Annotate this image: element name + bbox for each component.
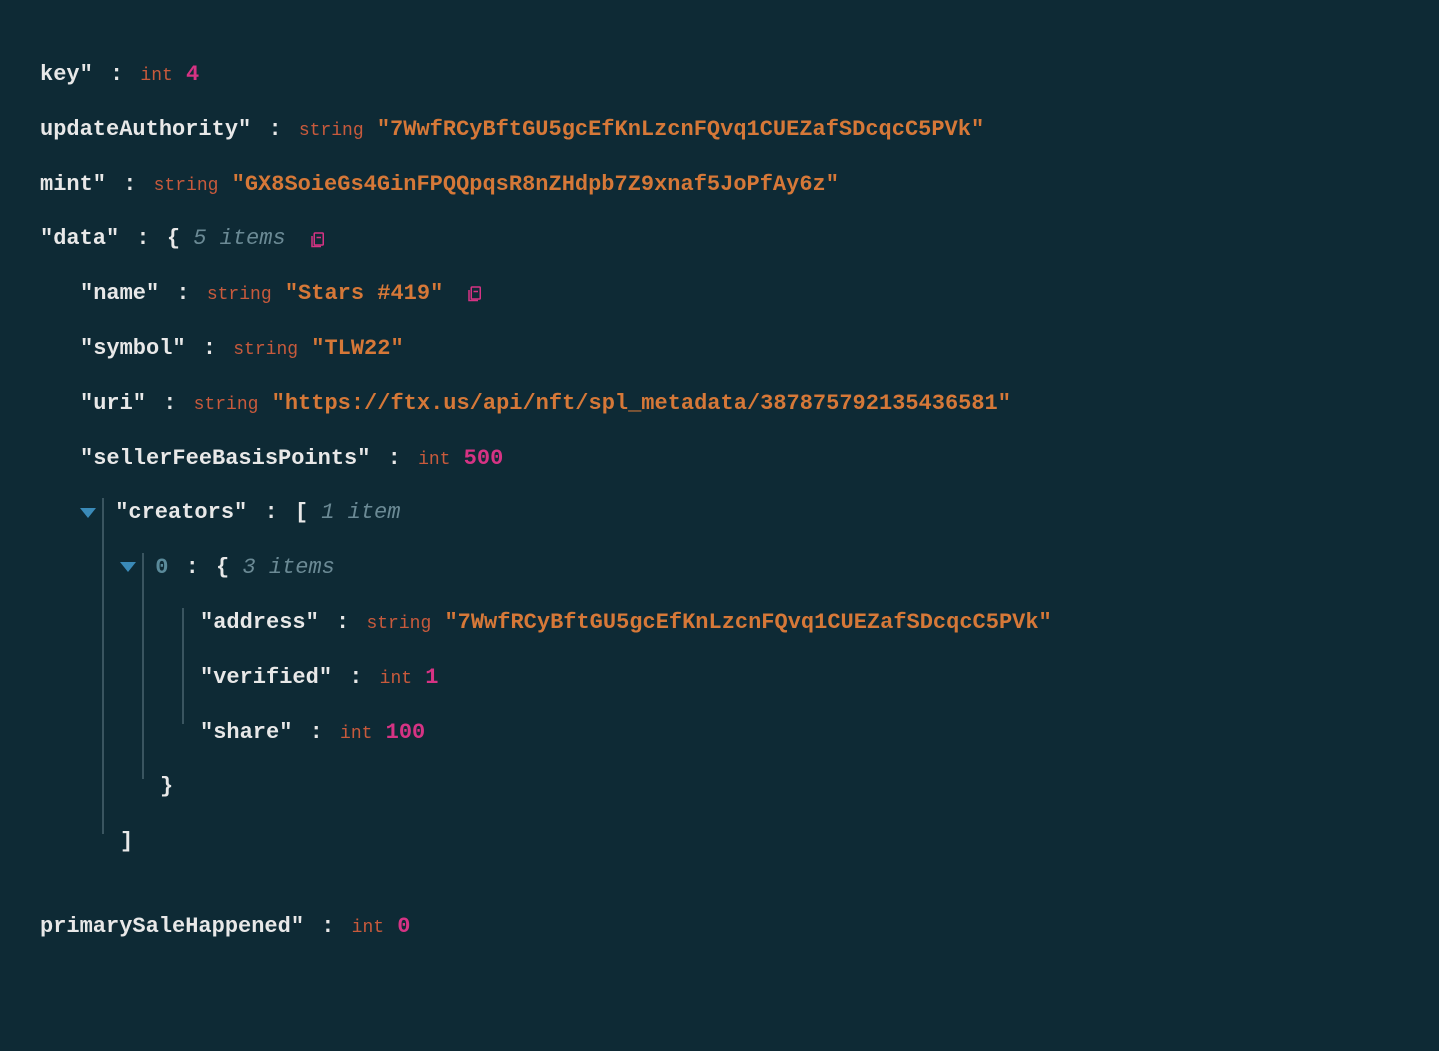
type-label: int — [340, 724, 372, 744]
field-key: mint" — [40, 172, 106, 197]
item-count: 3 items — [242, 555, 334, 580]
json-row-updateAuthority: updateAuthority" : string "7WwfRCyBftGU5… — [40, 115, 1399, 146]
json-row-creators-close: ] — [40, 827, 1399, 858]
type-label: int — [418, 450, 450, 470]
colon: : — [110, 62, 123, 87]
type-label: int — [352, 918, 384, 938]
type-label: string — [299, 121, 364, 141]
json-row-share: "share" : int 100 — [40, 718, 1399, 749]
colon: : — [310, 720, 323, 745]
bracket-close: ] — [120, 829, 133, 854]
int-value: 1 — [425, 665, 438, 690]
type-label: string — [233, 340, 298, 360]
colon: : — [321, 914, 334, 939]
triangle-down-icon[interactable] — [80, 508, 96, 518]
field-key: updateAuthority" — [40, 117, 251, 142]
colon: : — [186, 555, 199, 580]
brace-open: { — [167, 226, 180, 251]
type-label: int — [380, 669, 412, 689]
clipboard-icon[interactable] — [466, 283, 484, 303]
json-row-creators-open[interactable]: "creators" : [ 1 item — [40, 498, 1399, 529]
colon: : — [388, 446, 401, 471]
field-key: key" — [40, 62, 93, 87]
json-row-sellerFeeBasisPoints: "sellerFeeBasisPoints" : int 500 — [40, 444, 1399, 475]
field-key: "uri" — [80, 391, 146, 416]
field-key: "share" — [200, 720, 292, 745]
json-row-symbol: "symbol" : string "TLW22" — [40, 334, 1399, 365]
triangle-down-icon[interactable] — [120, 562, 136, 572]
int-value: 100 — [386, 720, 426, 745]
field-key: "name" — [80, 281, 159, 306]
int-value: 500 — [464, 446, 504, 471]
colon: : — [203, 336, 216, 361]
field-key: "data" — [40, 226, 119, 251]
json-row-mint: mint" : string "GX8SoieGs4GinFPQQpqsR8nZ… — [40, 170, 1399, 201]
int-value: 4 — [186, 62, 199, 87]
string-value: "7WwfRCyBftGU5gcEfKnLzcnFQvq1CUEZafSDcqc… — [444, 610, 1051, 635]
type-label: string — [154, 176, 219, 196]
json-row-key: key" : int 4 — [40, 60, 1399, 91]
string-value: "TLW22" — [311, 336, 403, 361]
field-key: "verified" — [200, 665, 332, 690]
field-key: "address" — [200, 610, 319, 635]
colon: : — [136, 226, 149, 251]
field-key: "symbol" — [80, 336, 186, 361]
colon: : — [123, 172, 136, 197]
brace-open: { — [216, 555, 229, 580]
array-index: 0 — [155, 555, 168, 580]
string-value: "7WwfRCyBftGU5gcEfKnLzcnFQvq1CUEZafSDcqc… — [377, 117, 984, 142]
json-row-index-0-open[interactable]: 0 : { 3 items — [40, 553, 1399, 584]
json-row-verified: "verified" : int 1 — [40, 663, 1399, 694]
colon: : — [336, 610, 349, 635]
colon: : — [264, 500, 277, 525]
type-label: string — [194, 395, 259, 415]
colon: : — [268, 117, 281, 142]
bracket-open: [ — [295, 500, 308, 525]
field-key: "sellerFeeBasisPoints" — [80, 446, 370, 471]
item-count: 5 items — [193, 226, 285, 251]
colon: : — [163, 391, 176, 416]
json-row-name: "name" : string "Stars #419" — [40, 279, 1399, 310]
type-label: string — [207, 285, 272, 305]
type-label: int — [140, 66, 172, 86]
colon: : — [176, 281, 189, 306]
type-label: string — [366, 614, 431, 634]
field-key: primarySaleHappened" — [40, 914, 304, 939]
item-count: 1 item — [321, 500, 400, 525]
string-value: "https://ftx.us/api/nft/spl_metadata/387… — [272, 391, 1011, 416]
json-row-index-0-close: } — [40, 772, 1399, 803]
json-row-primarySaleHappened: primarySaleHappened" : int 0 — [40, 912, 1399, 943]
string-value: "GX8SoieGs4GinFPQQpqsR8nZHdpb7Z9xnaf5JoP… — [232, 172, 839, 197]
string-value: "Stars #419" — [285, 281, 443, 306]
clipboard-icon[interactable] — [309, 229, 327, 249]
json-row-uri: "uri" : string "https://ftx.us/api/nft/s… — [40, 389, 1399, 420]
brace-close: } — [160, 774, 173, 799]
int-value: 0 — [397, 914, 410, 939]
json-row-address: "address" : string "7WwfRCyBftGU5gcEfKnL… — [40, 608, 1399, 639]
colon: : — [349, 665, 362, 690]
field-key: "creators" — [115, 500, 247, 525]
json-row-data-open[interactable]: "data" : { 5 items — [40, 224, 1399, 255]
